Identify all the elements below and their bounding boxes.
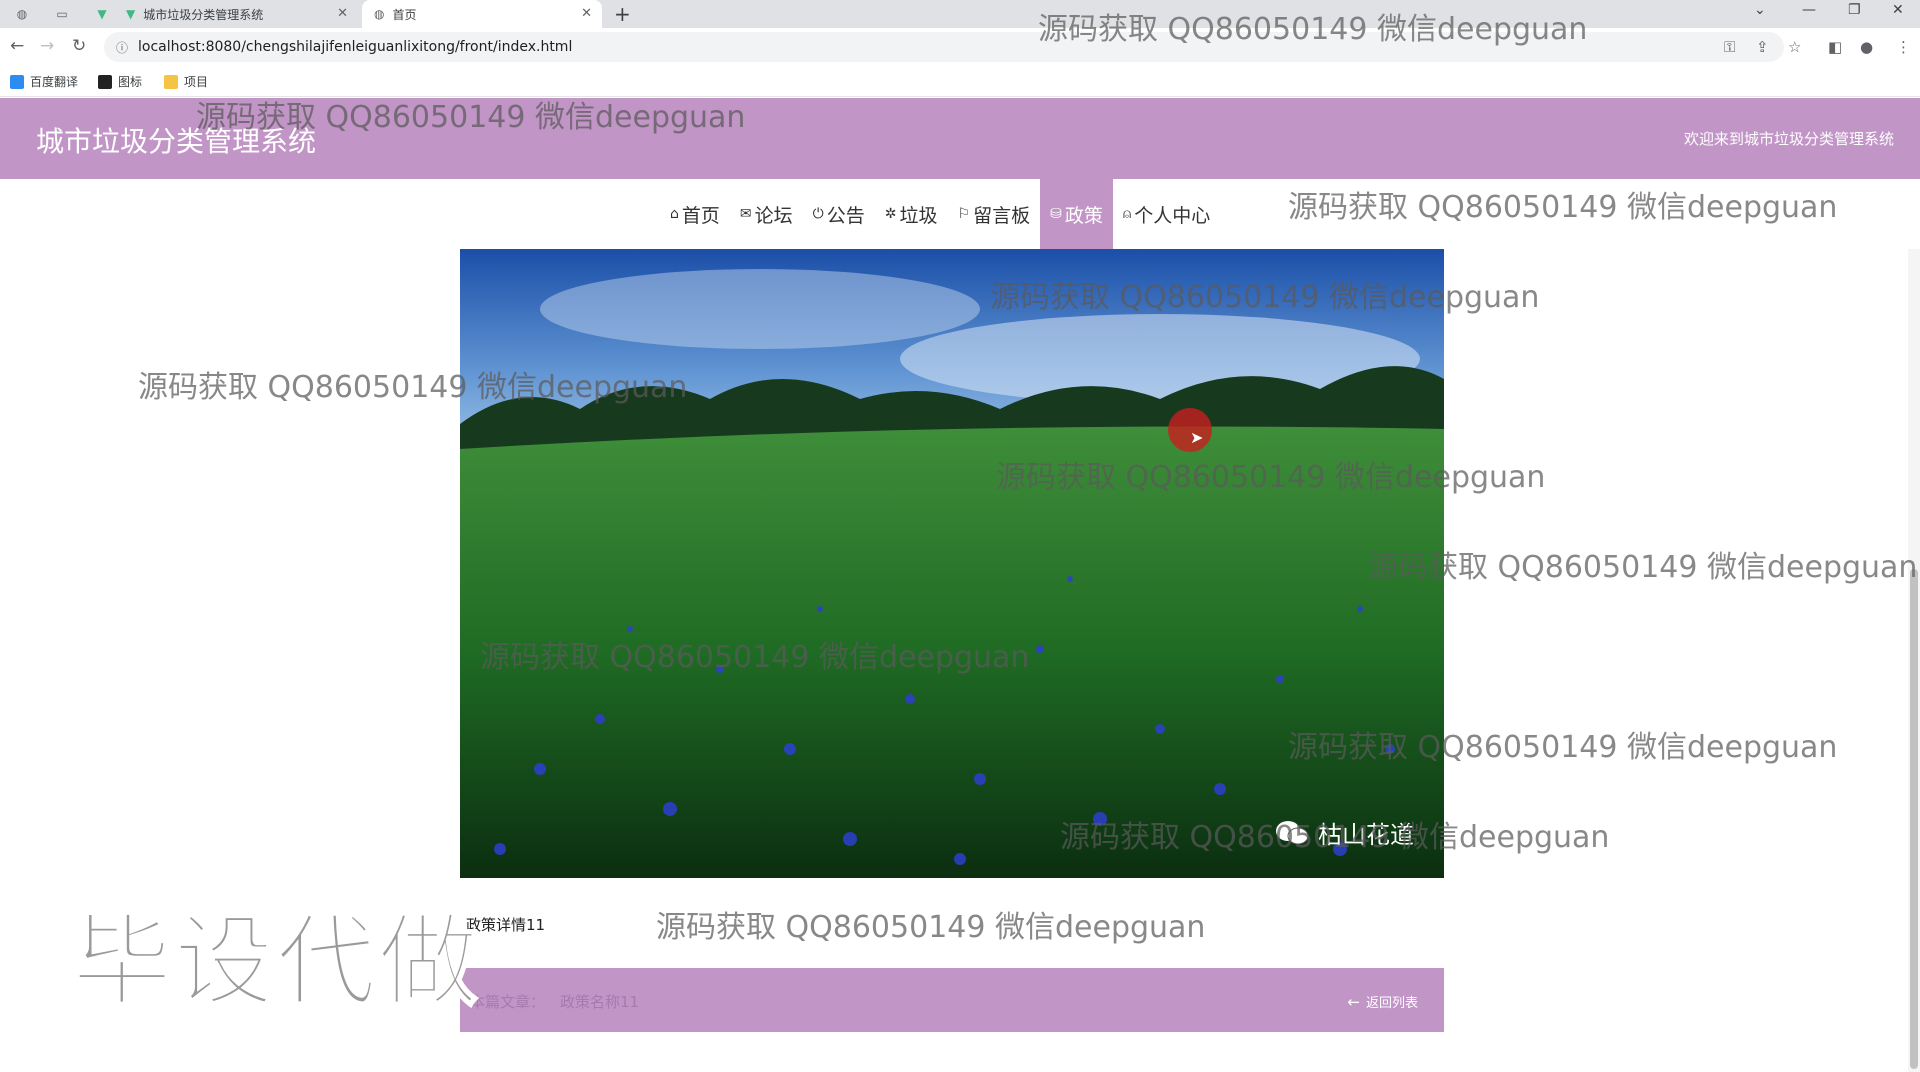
watermark-text: 源码获取 QQ86050149 微信deepguan xyxy=(1368,550,1918,585)
watermark-text: 源码获取 QQ86050149 微信deepguan xyxy=(1038,12,1588,47)
bookmark-icons[interactable]: 图标 xyxy=(98,73,142,90)
watermark-text: 源码获取 QQ86050149 微信deepguan xyxy=(1288,730,1838,765)
profile-icon[interactable]: ● xyxy=(1860,38,1873,56)
bookmark-label: 百度翻译 xyxy=(30,75,79,89)
watermark-text: 源码获取 QQ86050149 微信deepguan xyxy=(656,910,1206,945)
watermark-text: 源码获取 QQ86050149 微信deepguan xyxy=(480,640,1030,675)
key-icon[interactable]: ⚿ xyxy=(1724,38,1735,56)
nav-item-home[interactable]: ⌂ 首页 xyxy=(660,179,730,249)
scrollbar-thumb[interactable] xyxy=(1910,569,1918,1069)
tab-system[interactable]: ▼ 城市垃圾分类管理系统 ✕ xyxy=(126,0,358,28)
back-arrow-icon[interactable]: ← xyxy=(10,36,24,56)
nav-item-notice[interactable]: ⏻ 公告 xyxy=(803,179,875,249)
page-scrollbar[interactable] xyxy=(1908,249,1920,1072)
vue-logo-icon: ▼ xyxy=(126,7,136,21)
share-icon[interactable]: ⇪ xyxy=(1756,38,1769,56)
watermark-text: 源码获取 QQ86050149 微信deepguan xyxy=(1288,190,1838,225)
flag-icon: ⚐ xyxy=(957,206,971,222)
globe-icon[interactable]: ◍ xyxy=(12,4,32,24)
gear-icon: ✲ xyxy=(884,206,897,222)
watermark-big-text: 毕设代做 xyxy=(71,902,480,1021)
close-window-button[interactable]: ✕ xyxy=(1892,2,1904,18)
nav-label: 政策 xyxy=(1064,204,1103,227)
nav-item-profile[interactable]: ⍝ 个人中心 xyxy=(1113,179,1220,249)
translate-icon xyxy=(10,74,24,89)
article-title[interactable]: 政策名称11 xyxy=(560,991,639,1012)
close-icon[interactable]: ✕ xyxy=(337,6,348,21)
image-icon xyxy=(98,74,112,89)
main-nav: ⌂ 首页 ✉ 论坛 ⏻ 公告 ✲ 垃圾 ⚐ 留言板 ⛁ 政策 ⍝ 个人中心 xyxy=(660,179,1220,249)
mouse-cursor-icon: ➤ xyxy=(1190,428,1204,447)
nav-label: 公告 xyxy=(826,204,865,227)
nav-label: 个人中心 xyxy=(1134,204,1211,227)
star-icon[interactable]: ☆ xyxy=(1788,38,1801,56)
restore-button[interactable]: ❐ xyxy=(1848,2,1861,18)
database-icon: ⛁ xyxy=(1050,206,1062,222)
browser-toolbar: ← → ↻ ⓘ localhost:8080/chengshilajifenle… xyxy=(0,28,1920,68)
forward-arrow-icon[interactable]: → xyxy=(40,36,54,56)
info-icon[interactable]: ⓘ xyxy=(116,39,128,56)
watermark-text: 源码获取 QQ86050149 微信deepguan xyxy=(196,100,746,135)
power-icon: ⏻ xyxy=(812,206,824,222)
watermark-text: 源码获取 QQ86050149 微信deepguan xyxy=(1060,820,1610,855)
nav-label: 论坛 xyxy=(754,204,793,227)
reload-icon[interactable]: ↻ xyxy=(72,36,86,56)
globe-icon: ◍ xyxy=(374,7,385,21)
browser-tab-bar: ◍ ▭ ▼ ▼ 城市垃圾分类管理系统 ✕ ◍ 首页 ✕ + ⌄ — ❐ ✕ xyxy=(0,0,1920,28)
policy-banner-image: 枯山花道 xyxy=(460,249,1444,878)
url-text[interactable]: localhost:8080/chengshilajifenleiguanlix… xyxy=(138,39,572,55)
nav-item-messageboard[interactable]: ⚐ 留言板 xyxy=(948,179,1041,249)
nav-label: 留言板 xyxy=(973,204,1031,227)
welcome-text: 欢迎来到城市垃圾分类管理系统 xyxy=(1683,130,1894,148)
new-tab-button[interactable]: + xyxy=(614,2,631,26)
user-icon: ⍝ xyxy=(1122,206,1132,222)
bookmark-label: 图标 xyxy=(118,75,143,89)
folder-icon xyxy=(164,74,178,89)
sidebar-icon[interactable]: ◧ xyxy=(1828,38,1842,56)
nav-item-policy[interactable]: ⛁ 政策 xyxy=(1040,179,1113,249)
tab-title: 首页 xyxy=(392,7,417,22)
bookmark-baidu-translate[interactable]: 百度翻译 xyxy=(10,73,78,90)
arrow-left-icon: ← xyxy=(1347,992,1360,1011)
watermark-text: 源码获取 QQ86050149 微信deepguan xyxy=(990,280,1540,315)
watermark-text: 源码获取 QQ86050149 微信deepguan xyxy=(996,460,1546,495)
article-label: 本篇文章： xyxy=(470,993,546,1011)
vue-logo-icon[interactable]: ▼ xyxy=(92,4,112,24)
blank-tab-icon[interactable]: ▭ xyxy=(52,4,72,24)
article-footer: 本篇文章： 政策名称11 ← 返回列表 xyxy=(460,968,1444,1032)
back-label: 返回列表 xyxy=(1365,996,1418,1011)
menu-dots-icon[interactable]: ⋮ xyxy=(1896,38,1911,56)
mail-icon: ✉ xyxy=(739,206,752,222)
home-icon: ⌂ xyxy=(670,206,679,222)
nav-label: 首页 xyxy=(681,204,720,227)
nav-item-garbage[interactable]: ✲ 垃圾 xyxy=(875,179,948,249)
nav-label: 垃圾 xyxy=(899,204,938,227)
nav-item-forum[interactable]: ✉ 论坛 xyxy=(730,179,803,249)
tab-home[interactable]: ◍ 首页 ✕ xyxy=(362,0,602,28)
meadow-illustration xyxy=(460,249,1444,878)
watermark-text: 源码获取 QQ86050149 微信deepguan xyxy=(138,370,688,405)
minimize-button[interactable]: — xyxy=(1802,2,1816,18)
tab-title: 城市垃圾分类管理系统 xyxy=(143,7,264,22)
bookmark-project[interactable]: 项目 xyxy=(164,73,208,90)
chevron-down-icon[interactable]: ⌄ xyxy=(1754,2,1766,18)
bookmark-label: 项目 xyxy=(184,75,209,89)
back-to-list-button[interactable]: ← 返回列表 xyxy=(1347,992,1418,1012)
close-icon[interactable]: ✕ xyxy=(581,6,592,21)
